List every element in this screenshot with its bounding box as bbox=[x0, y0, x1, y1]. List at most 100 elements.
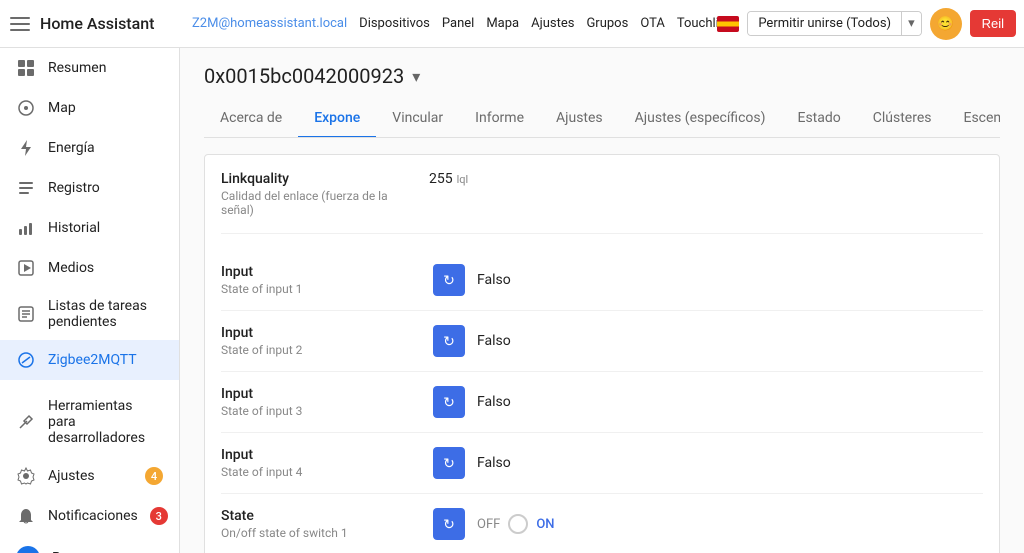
feature-name-1: Input bbox=[221, 264, 421, 280]
refresh-icon-4: ↻ bbox=[443, 455, 455, 472]
feature-row-input-4: Input State of input 4 ↻ Falso bbox=[221, 433, 983, 494]
refresh-button-1[interactable]: ↻ bbox=[433, 264, 465, 296]
sidebar-item-notificaciones[interactable]: Notificaciones 3 bbox=[0, 496, 179, 536]
settings-icon bbox=[16, 466, 36, 486]
sidebar-label-map: Map bbox=[48, 100, 76, 116]
sidebar-item-resumen[interactable]: Resumen bbox=[0, 48, 179, 88]
tab-expone[interactable]: Expone bbox=[298, 100, 376, 138]
sidebar-item-registro[interactable]: Registro bbox=[0, 168, 179, 208]
refresh-button-4[interactable]: ↻ bbox=[433, 447, 465, 479]
sidebar-item-map[interactable]: Map bbox=[0, 88, 179, 128]
sidebar-item-historial[interactable]: Historial bbox=[0, 208, 179, 248]
feature-row-state-1: State On/off state of switch 1 ↻ OFF ON bbox=[221, 494, 983, 553]
user-avatar: B bbox=[16, 546, 40, 553]
feature-row-input-2: Input State of input 2 ↻ Falso bbox=[221, 311, 983, 372]
sidebar-label-dev-tools: Herramientas para desarrolladores bbox=[48, 398, 163, 446]
nav-dispositivos[interactable]: Dispositivos bbox=[355, 16, 434, 31]
notificaciones-badge: 3 bbox=[150, 507, 168, 525]
linkquality-subtitle: Calidad del enlace (fuerza de la señal) bbox=[221, 189, 421, 217]
feature-value-3: Falso bbox=[477, 394, 511, 410]
nav-ajustes[interactable]: Ajustes bbox=[527, 16, 578, 31]
log-icon bbox=[16, 178, 36, 198]
topbar-right: Permitir unirse (Todos) ▾ 😊 Reil bbox=[717, 8, 1016, 40]
feature-label-1: Input State of input 1 bbox=[221, 264, 421, 296]
feature-name-3: Input bbox=[221, 386, 421, 402]
device-chevron-icon[interactable]: ▾ bbox=[412, 67, 420, 86]
refresh-button-3[interactable]: ↻ bbox=[433, 386, 465, 418]
energy-icon bbox=[16, 138, 36, 158]
bell-icon bbox=[16, 506, 36, 526]
refresh-icon-state-1: ↻ bbox=[443, 516, 455, 533]
sidebar-label-ajustes: Ajustes bbox=[48, 468, 95, 484]
tab-informe[interactable]: Informe bbox=[459, 100, 540, 138]
toggle-switch-1[interactable] bbox=[508, 514, 528, 534]
media-icon bbox=[16, 258, 36, 278]
feature-desc-3: State of input 3 bbox=[221, 404, 421, 418]
ajustes-badge: 4 bbox=[145, 467, 163, 485]
sidebar-label-energia: Energía bbox=[48, 140, 95, 156]
feature-value-1: Falso bbox=[477, 272, 511, 288]
tab-vincular[interactable]: Vincular bbox=[376, 100, 459, 138]
nav-ota[interactable]: OTA bbox=[636, 16, 669, 31]
tab-acerca-de[interactable]: Acerca de bbox=[204, 100, 298, 138]
history-icon bbox=[16, 218, 36, 238]
sidebar: Resumen Map Energía bbox=[0, 48, 180, 553]
tabs-bar: Acerca de Expone Vincular Informe Ajuste… bbox=[204, 100, 1000, 138]
tasks-icon bbox=[16, 304, 36, 324]
refresh-icon-1: ↻ bbox=[443, 272, 455, 289]
zigbee-icon bbox=[16, 350, 36, 370]
sidebar-label-historial: Historial bbox=[48, 220, 100, 236]
permit-arrow-icon[interactable]: ▾ bbox=[901, 12, 921, 35]
main-layout: Resumen Map Energía bbox=[0, 48, 1024, 553]
linkquality-section: Linkquality Calidad del enlace (fuerza d… bbox=[221, 171, 983, 234]
topbar-nav: Z2M@homeassistant.local Dispositivos Pan… bbox=[188, 16, 717, 31]
tab-estado[interactable]: Estado bbox=[781, 100, 856, 138]
feature-value-2: Falso bbox=[477, 333, 511, 349]
tab-escena[interactable]: Escena bbox=[947, 100, 1000, 138]
feature-name-state-1: State bbox=[221, 508, 421, 524]
feature-name-4: Input bbox=[221, 447, 421, 463]
sidebar-item-listas[interactable]: Listas de tareas pendientes bbox=[0, 288, 179, 340]
hamburger-menu-icon[interactable] bbox=[8, 12, 32, 36]
flag-icon bbox=[717, 16, 739, 32]
tab-clusteres[interactable]: Clústeres bbox=[857, 100, 948, 138]
reil-button[interactable]: Reil bbox=[970, 10, 1016, 37]
feature-desc-4: State of input 4 bbox=[221, 465, 421, 479]
toggle-row-1: OFF ON bbox=[477, 514, 555, 534]
refresh-button-state-1[interactable]: ↻ bbox=[433, 508, 465, 540]
sidebar-item-medios[interactable]: Medios bbox=[0, 248, 179, 288]
sidebar-item-energia[interactable]: Energía bbox=[0, 128, 179, 168]
feature-row-input-1: Input State of input 1 ↻ Falso bbox=[221, 250, 983, 311]
tools-icon bbox=[16, 412, 36, 432]
feature-desc-state-1: On/off state of switch 1 bbox=[221, 526, 421, 540]
linkquality-value: 255 lql bbox=[429, 171, 468, 187]
nav-grupos[interactable]: Grupos bbox=[582, 16, 632, 31]
sidebar-label-notificaciones: Notificaciones bbox=[48, 508, 138, 524]
content-inner: 0x0015bc0042000923 ▾ Acerca de Expone Vi… bbox=[180, 48, 1024, 553]
nav-mapa[interactable]: Mapa bbox=[482, 16, 523, 31]
feature-name-2: Input bbox=[221, 325, 421, 341]
sidebar-item-zigbee2mqtt[interactable]: Zigbee2MQTT bbox=[0, 340, 179, 380]
refresh-icon-2: ↻ bbox=[443, 333, 455, 350]
refresh-button-2[interactable]: ↻ bbox=[433, 325, 465, 357]
toggle-off-label-1: OFF bbox=[477, 517, 500, 532]
device-title: 0x0015bc0042000923 bbox=[204, 64, 404, 88]
permit-join-button[interactable]: Permitir unirse (Todos) ▾ bbox=[747, 11, 921, 36]
sidebar-item-user[interactable]: B Bruno bbox=[0, 536, 179, 553]
nav-panel[interactable]: Panel bbox=[438, 16, 478, 31]
tab-ajustes[interactable]: Ajustes bbox=[540, 100, 619, 138]
nav-touchlink[interactable]: Touchlink bbox=[673, 16, 717, 31]
content-area: 0x0015bc0042000923 ▾ Acerca de Expone Vi… bbox=[180, 48, 1024, 553]
sidebar-item-developer-tools[interactable]: Herramientas para desarrolladores bbox=[0, 388, 179, 456]
topbar: Home Assistant Z2M@homeassistant.local D… bbox=[0, 0, 1024, 48]
tab-ajustes-especificos[interactable]: Ajustes (específicos) bbox=[619, 100, 782, 138]
expose-panel: Linkquality Calidad del enlace (fuerza d… bbox=[204, 154, 1000, 553]
sidebar-label-zigbee: Zigbee2MQTT bbox=[48, 352, 137, 368]
toggle-on-label-1[interactable]: ON bbox=[536, 517, 554, 532]
feature-label-3: Input State of input 3 bbox=[221, 386, 421, 418]
user-avatar-button[interactable]: 😊 bbox=[930, 8, 962, 40]
feature-label-2: Input State of input 2 bbox=[221, 325, 421, 357]
linkquality-row: Linkquality Calidad del enlace (fuerza d… bbox=[221, 171, 983, 217]
nav-link-z2m[interactable]: Z2M@homeassistant.local bbox=[188, 16, 351, 31]
sidebar-item-ajustes[interactable]: Ajustes 4 bbox=[0, 456, 179, 496]
